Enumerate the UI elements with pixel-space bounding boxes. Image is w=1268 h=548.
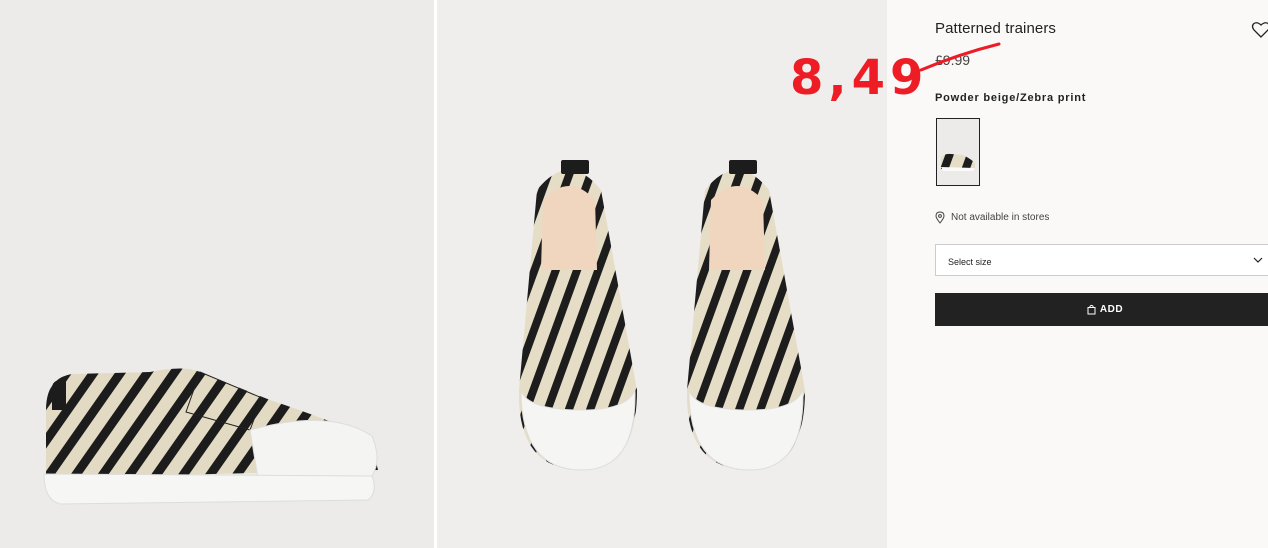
add-button-label: ADD xyxy=(1099,304,1124,315)
product-info-panel: Patterned trainers £9.99 Powder beige/Ze… xyxy=(887,0,1268,548)
trainer-side-view-image xyxy=(43,368,378,505)
map-pin-icon xyxy=(935,211,945,224)
add-to-bag-button[interactable]: ADD xyxy=(935,293,1268,326)
color-swatch-zebra[interactable] xyxy=(936,118,980,186)
store-availability-text: Not available in stores xyxy=(951,212,1050,223)
product-image-side[interactable] xyxy=(0,0,434,548)
product-title: Patterned trainers xyxy=(935,20,1057,37)
size-select[interactable]: Select size xyxy=(935,244,1268,276)
store-availability: Not available in stores xyxy=(935,211,1049,224)
swatch-thumbnail-image xyxy=(937,119,979,185)
chevron-down-icon xyxy=(1253,257,1263,263)
heart-icon[interactable] xyxy=(1251,20,1268,40)
price-strikethrough-annotation xyxy=(919,42,1001,72)
sale-price-annotation: 8,49 xyxy=(790,50,929,106)
shopping-bag-icon xyxy=(1087,304,1096,315)
color-name: Powder beige/Zebra print xyxy=(935,92,1087,104)
size-select-label: Select size xyxy=(948,257,992,267)
